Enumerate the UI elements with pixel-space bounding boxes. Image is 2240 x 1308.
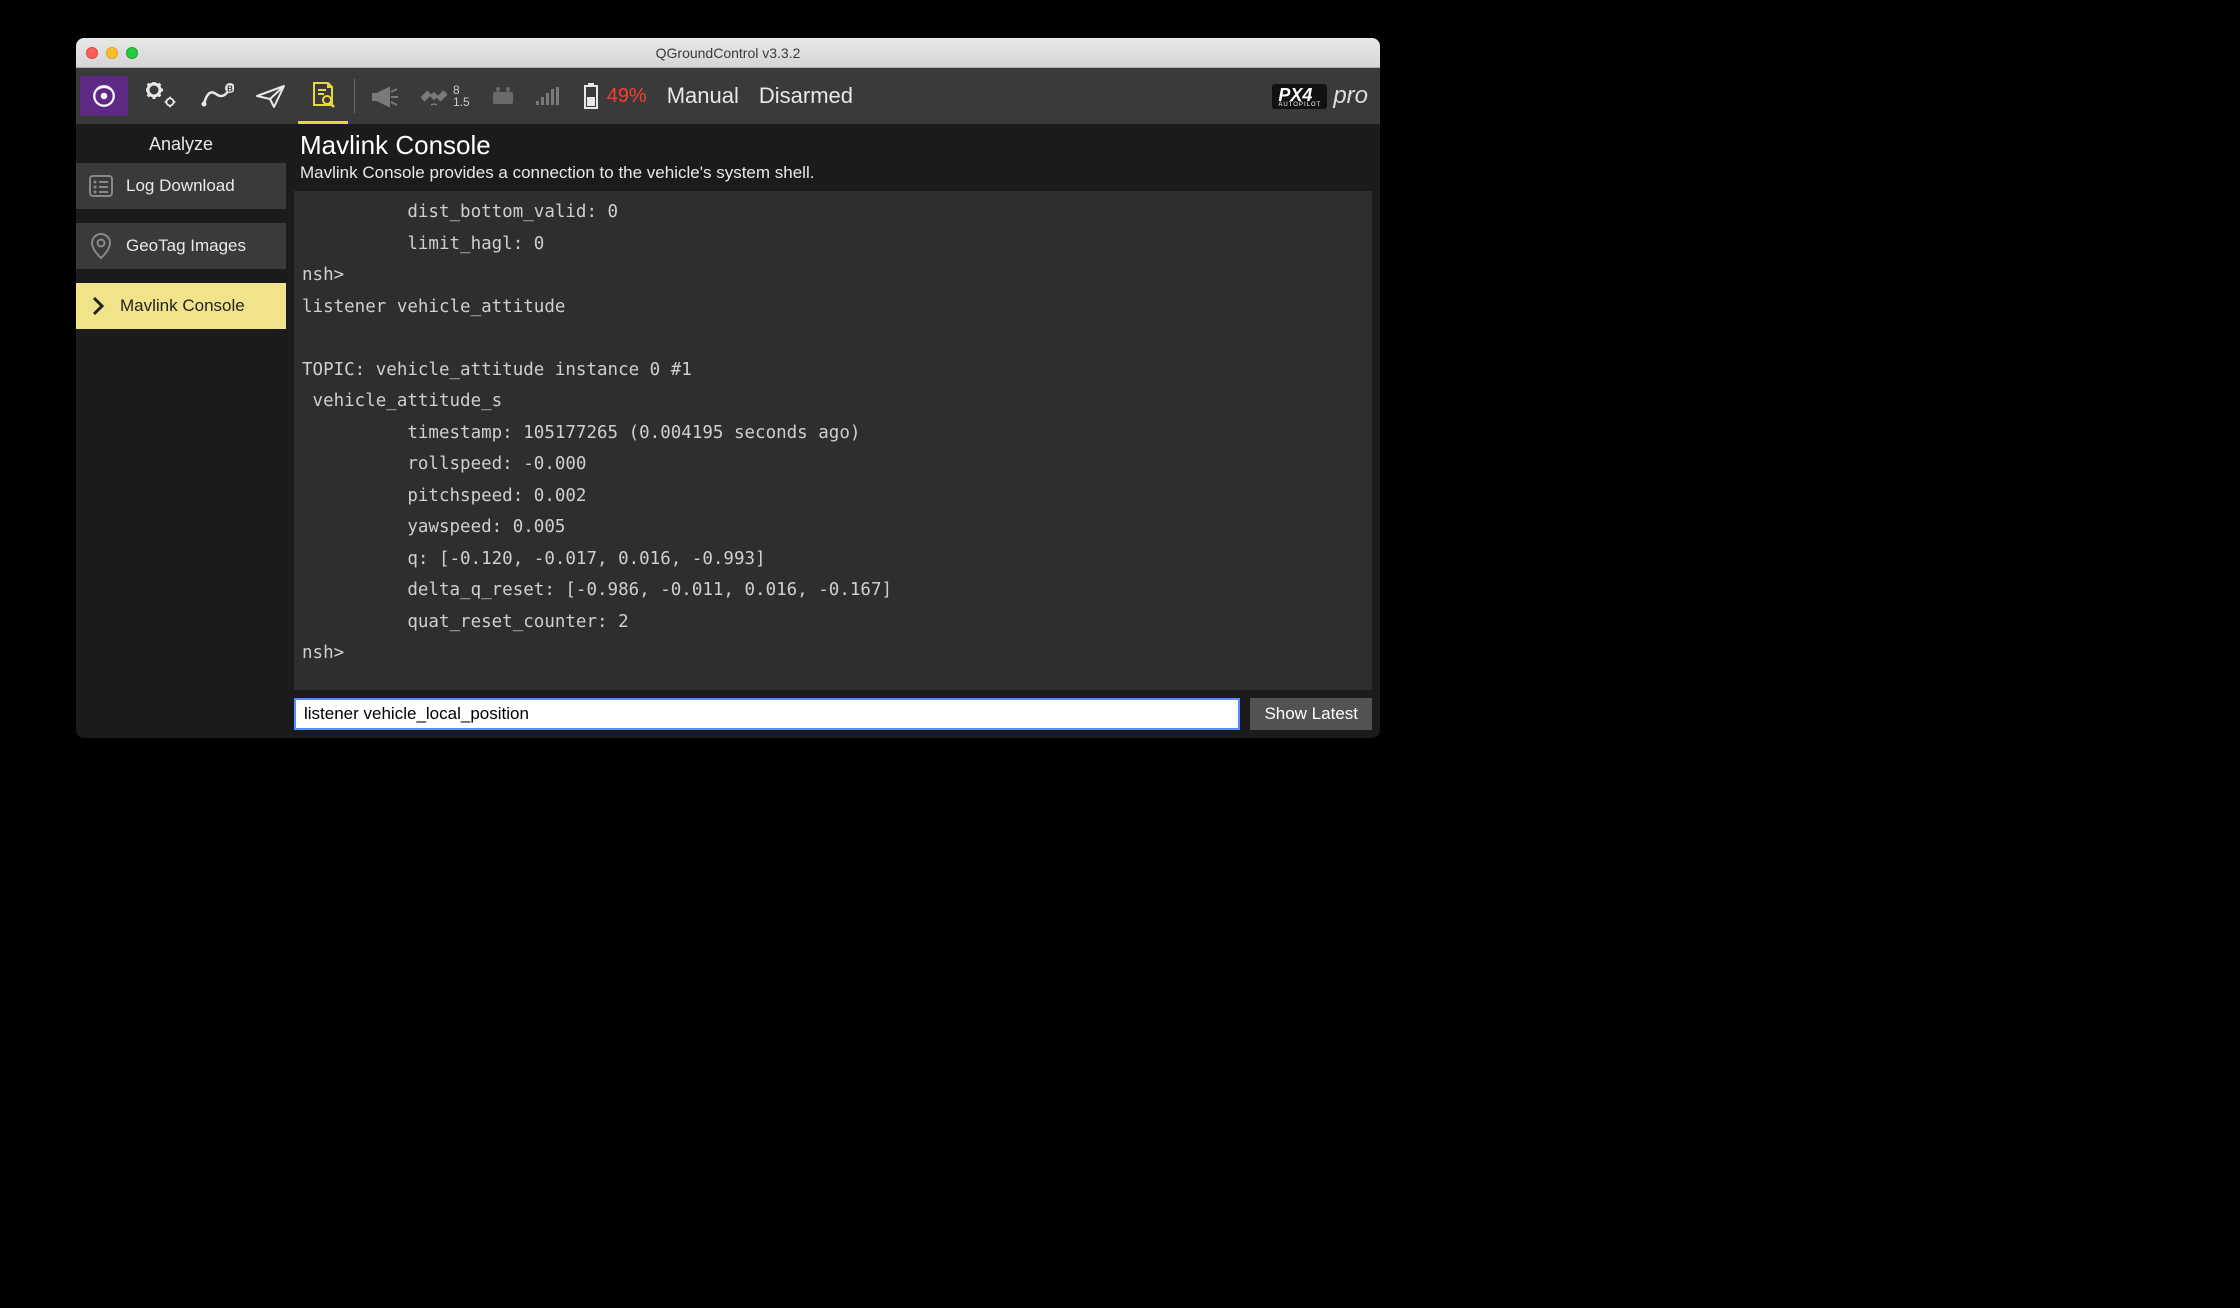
console-text: dist_bottom_valid: 0 limit_hagl: 0 nsh> …: [302, 197, 1364, 670]
paper-plane-icon: [254, 82, 288, 110]
sidebar-item-label: Log Download: [126, 176, 235, 196]
geotag-icon: [86, 231, 116, 261]
page-subtitle: Mavlink Console provides a connection to…: [300, 163, 1366, 183]
px4-badge: PX4 AUTOPILOT: [1272, 84, 1327, 109]
analyze-button[interactable]: [298, 68, 348, 124]
console-output[interactable]: dist_bottom_valid: 0 limit_hagl: 0 nsh> …: [294, 191, 1372, 690]
battery-status[interactable]: 49%: [573, 68, 657, 124]
gps-values: 8 1.5: [453, 84, 470, 108]
command-input[interactable]: [294, 698, 1240, 730]
titlebar: QGroundControl v3.3.2: [76, 38, 1380, 68]
sidebar-item-log-download[interactable]: Log Download: [76, 163, 286, 209]
satellite-icon: [421, 83, 447, 109]
close-window-button[interactable]: [86, 47, 98, 59]
brand-suffix: pro: [1333, 82, 1368, 110]
gears-icon: [146, 82, 180, 110]
chevron-right-icon: [86, 294, 110, 318]
battery-percentage: 49%: [607, 85, 647, 108]
sidebar-item-mavlink-console[interactable]: Mavlink Console: [76, 283, 286, 329]
messages-button[interactable]: [361, 68, 411, 124]
page-title: Mavlink Console: [300, 130, 1366, 161]
toolbar: B: [76, 68, 1380, 124]
main-panel: Mavlink Console Mavlink Console provides…: [286, 124, 1380, 738]
rc-icon: [490, 86, 516, 106]
log-download-icon: [86, 171, 116, 201]
content-area: Analyze Log Download GeoTag Images: [76, 124, 1380, 738]
sidebar-item-label: GeoTag Images: [126, 236, 246, 256]
show-latest-button[interactable]: Show Latest: [1250, 698, 1372, 730]
px4-brand: PX4 AUTOPILOT pro: [1272, 82, 1368, 110]
sidebar-item-label: Mavlink Console: [120, 296, 245, 316]
megaphone-icon: [371, 84, 401, 108]
window-title: QGroundControl v3.3.2: [76, 45, 1380, 61]
app-logo-button[interactable]: [80, 76, 128, 116]
app-window: QGroundControl v3.3.2 B: [76, 38, 1380, 738]
analyze-icon: [308, 80, 338, 110]
plan-button[interactable]: B: [190, 68, 244, 124]
signal-bars-icon: [536, 87, 559, 105]
rc-status[interactable]: [480, 68, 526, 124]
qgc-logo-icon: [91, 83, 117, 109]
sidebar: Analyze Log Download GeoTag Images: [76, 124, 286, 738]
zoom-window-button[interactable]: [126, 47, 138, 59]
sidebar-title: Analyze: [76, 124, 286, 163]
waypoint-icon: B: [200, 82, 234, 110]
sidebar-item-geotag[interactable]: GeoTag Images: [76, 223, 286, 269]
svg-text:B: B: [227, 85, 233, 94]
main-header: Mavlink Console Mavlink Console provides…: [286, 124, 1380, 191]
toolbar-separator: [354, 79, 355, 113]
traffic-lights: [86, 47, 138, 59]
arm-state-label: Disarmed: [759, 83, 853, 109]
fly-button[interactable]: [244, 68, 298, 124]
gps-status[interactable]: 8 1.5: [411, 68, 480, 124]
flight-mode-button[interactable]: Manual: [657, 68, 749, 124]
command-row: Show Latest: [286, 690, 1380, 738]
telemetry-status[interactable]: [526, 68, 569, 124]
minimize-window-button[interactable]: [106, 47, 118, 59]
arm-state[interactable]: Disarmed: [749, 68, 863, 124]
settings-button[interactable]: [136, 68, 190, 124]
battery-icon: [583, 83, 599, 109]
gps-hdop: 1.5: [453, 96, 470, 108]
flight-mode-label: Manual: [667, 83, 739, 109]
